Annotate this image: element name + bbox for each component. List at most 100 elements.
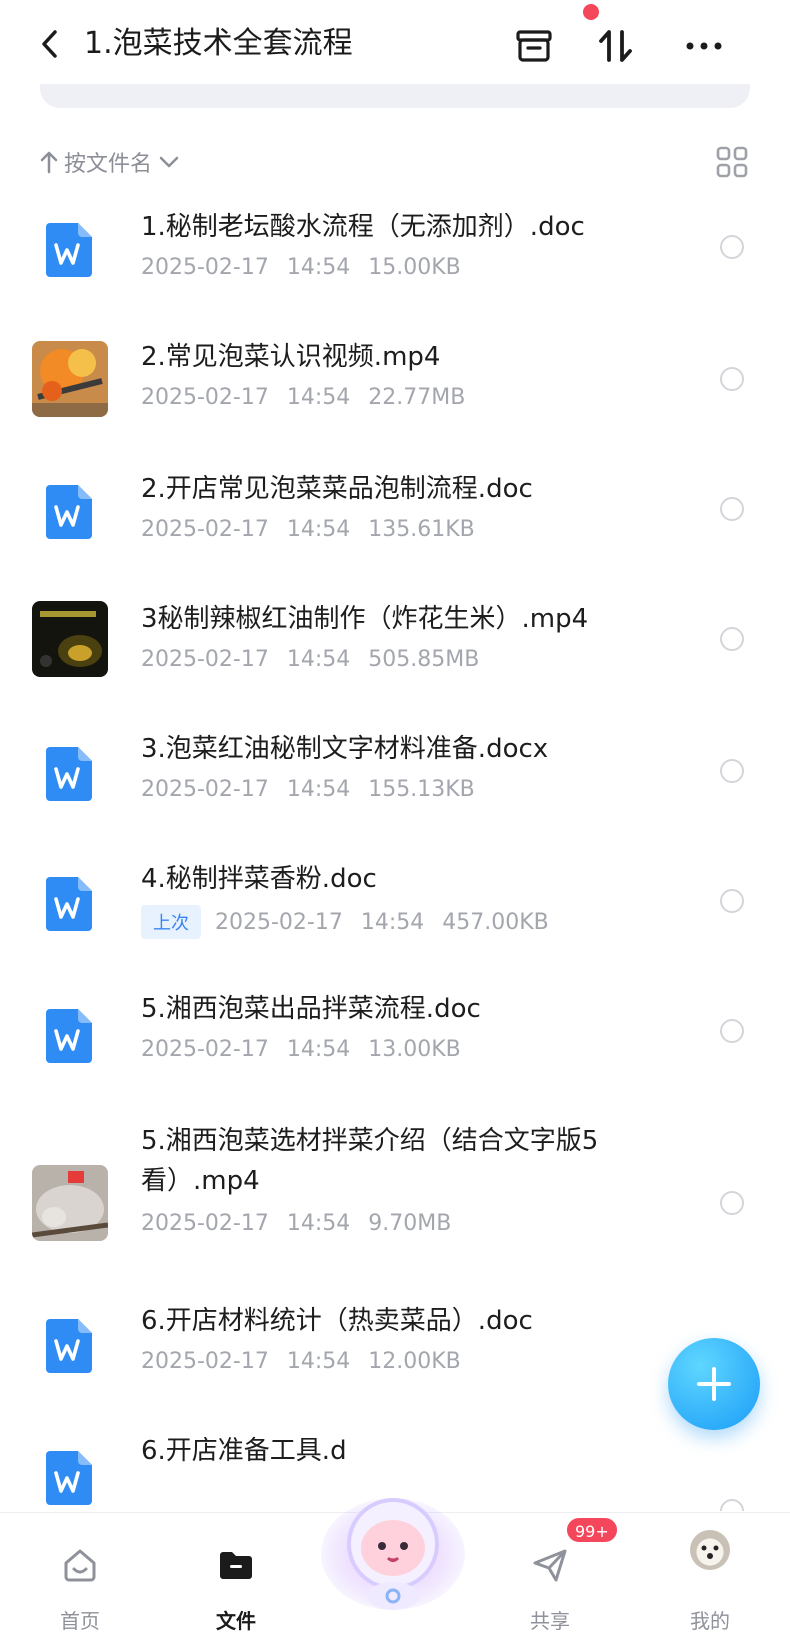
grid-view-button[interactable] — [714, 144, 750, 180]
folder-icon — [220, 1552, 252, 1579]
file-time: 14:54 — [286, 1037, 351, 1062]
file-meta: 2025-02-17 14:54 135.61KB — [141, 517, 493, 542]
video-thumbnail — [32, 341, 108, 417]
file-size: 9.70MB — [368, 1211, 452, 1236]
sort-bar: 按文件名 — [0, 140, 790, 188]
transfer-box-button[interactable] — [510, 22, 558, 70]
file-size: 15.00KB — [368, 255, 461, 280]
more-dots-icon — [686, 42, 722, 50]
chevron-left-icon — [42, 30, 57, 58]
file-time: 14:54 — [286, 777, 351, 802]
select-radio[interactable] — [720, 235, 744, 259]
file-date: 2025-02-17 — [141, 777, 269, 802]
file-row[interactable]: 2.常见泡菜认识视频.mp4 2025-02-17 14:54 22.77MB — [0, 325, 790, 461]
file-date: 2025-02-17 — [215, 909, 343, 935]
word-doc-icon — [46, 747, 92, 801]
file-name: 2.常见泡菜认识视频.mp4 — [141, 342, 441, 372]
sort-arrows-icon — [599, 30, 632, 62]
page-title: 1.泡菜技术全套流程 — [84, 26, 353, 61]
dog-avatar-image — [701, 1545, 719, 1559]
select-radio[interactable] — [720, 367, 744, 391]
home-icon — [64, 1549, 96, 1582]
file-meta: 2025-02-17 14:54 505.85MB — [141, 647, 497, 672]
word-doc-icon — [46, 1009, 92, 1063]
kitchen-thumbnail-image — [32, 1165, 108, 1241]
file-time: 14:54 — [286, 1349, 351, 1374]
file-row[interactable]: 2.开店常见泡菜菜品泡制流程.doc 2025-02-17 14:54 135.… — [0, 461, 790, 591]
box-icon — [516, 30, 552, 62]
select-radio[interactable] — [720, 1019, 744, 1043]
file-name: 5.湘西泡菜选材拌菜介绍（结合文字版5看）.mp4 — [141, 1126, 599, 1196]
file-size: 155.13KB — [368, 777, 475, 802]
tab-mine-label: 我的 — [690, 1609, 730, 1633]
mascot-icon — [321, 1498, 465, 1610]
ai-assistant-mascot-button[interactable] — [318, 1474, 468, 1614]
file-row[interactable]: 5.湘西泡菜选材拌菜介绍（结合文字版5看）.mp4 2025-02-17 14:… — [0, 1115, 790, 1291]
file-meta: 上次 2025-02-17 14:54 457.00KB — [141, 905, 567, 939]
file-name: 6.开店材料统计（热卖菜品）.doc — [141, 1306, 533, 1336]
sort-button[interactable] — [592, 22, 640, 70]
file-meta: 2025-02-17 14:54 15.00KB — [141, 255, 479, 280]
file-meta: 2025-02-17 14:54 9.70MB — [141, 1211, 469, 1236]
file-meta: 2025-02-17 14:54 13.00KB — [141, 1037, 479, 1062]
file-row[interactable]: 3.泡菜红油秘制文字材料准备.docx 2025-02-17 14:54 155… — [0, 723, 790, 853]
food-thumbnail-image — [32, 341, 108, 417]
chevron-down-icon — [159, 156, 179, 168]
word-doc-icon — [46, 1451, 92, 1505]
select-radio[interactable] — [720, 889, 744, 913]
file-date: 2025-02-17 — [141, 517, 269, 542]
file-row[interactable]: 4.秘制拌菜香粉.doc 上次 2025-02-17 14:54 457.00K… — [0, 853, 790, 985]
back-button[interactable] — [30, 22, 70, 66]
arrow-up-icon — [40, 151, 58, 174]
paper-plane-icon — [533, 1549, 567, 1582]
select-radio[interactable] — [720, 759, 744, 783]
word-doc-icon — [46, 1319, 92, 1373]
file-name: 2.开店常见泡菜菜品泡制流程.doc — [141, 474, 533, 504]
more-button[interactable] — [680, 22, 728, 70]
file-time: 14:54 — [286, 517, 351, 542]
video-thumbnail — [32, 601, 108, 677]
select-radio[interactable] — [720, 497, 744, 521]
tab-home[interactable]: 首页 — [20, 1523, 140, 1633]
dark-video-thumbnail-image — [32, 601, 108, 677]
tab-share-label: 共享 — [530, 1609, 570, 1633]
file-time: 14:54 — [286, 647, 351, 672]
file-name: 4.秘制拌菜香粉.doc — [141, 864, 377, 894]
search-bar[interactable] — [40, 84, 750, 108]
file-name: 6.开店准备工具.d — [141, 1436, 347, 1466]
share-count-badge: 99+ — [565, 1516, 619, 1544]
file-size: 135.61KB — [368, 517, 475, 542]
top-bar: 1.泡菜技术全套流程 — [0, 0, 790, 92]
file-date: 2025-02-17 — [141, 1037, 269, 1062]
tab-files-label: 文件 — [216, 1609, 256, 1633]
file-size: 457.00KB — [442, 909, 549, 935]
notification-dot — [583, 4, 599, 20]
file-name: 3秘制辣椒红油制作（炸花生米）.mp4 — [141, 604, 589, 634]
file-name: 5.湘西泡菜出品拌菜流程.doc — [141, 994, 481, 1024]
file-time: 14:54 — [286, 1211, 351, 1236]
select-radio[interactable] — [720, 1191, 744, 1215]
file-row[interactable]: 3秘制辣椒红油制作（炸花生米）.mp4 2025-02-17 14:54 505… — [0, 591, 790, 723]
file-row[interactable]: 1.秘制老坛酸水流程（无添加剂）.doc 2025-02-17 14:54 15… — [0, 195, 790, 325]
file-date: 2025-02-17 — [141, 255, 269, 280]
file-date: 2025-02-17 — [141, 385, 269, 410]
file-date: 2025-02-17 — [141, 647, 269, 672]
sort-by-name-button[interactable]: 按文件名 — [40, 146, 180, 178]
file-date: 2025-02-17 — [141, 1211, 269, 1236]
select-radio[interactable] — [720, 1499, 744, 1511]
file-meta: 2025-02-17 14:54 12.00KB — [141, 1349, 479, 1374]
sort-label: 按文件名 — [64, 152, 153, 177]
file-size: 505.85MB — [368, 647, 480, 672]
word-doc-icon — [46, 485, 92, 539]
select-radio[interactable] — [720, 627, 744, 651]
add-fab-button[interactable] — [668, 1338, 760, 1430]
word-doc-icon — [46, 223, 92, 277]
tab-home-label: 首页 — [60, 1609, 100, 1633]
file-row[interactable]: 5.湘西泡菜出品拌菜流程.doc 2025-02-17 14:54 13.00K… — [0, 985, 790, 1115]
last-opened-badge: 上次 — [141, 905, 201, 939]
file-size: 13.00KB — [368, 1037, 461, 1062]
tab-files[interactable]: 文件 — [176, 1523, 296, 1633]
file-date: 2025-02-17 — [141, 1349, 269, 1374]
avatar[interactable] — [690, 1530, 730, 1570]
word-doc-icon — [46, 877, 92, 931]
